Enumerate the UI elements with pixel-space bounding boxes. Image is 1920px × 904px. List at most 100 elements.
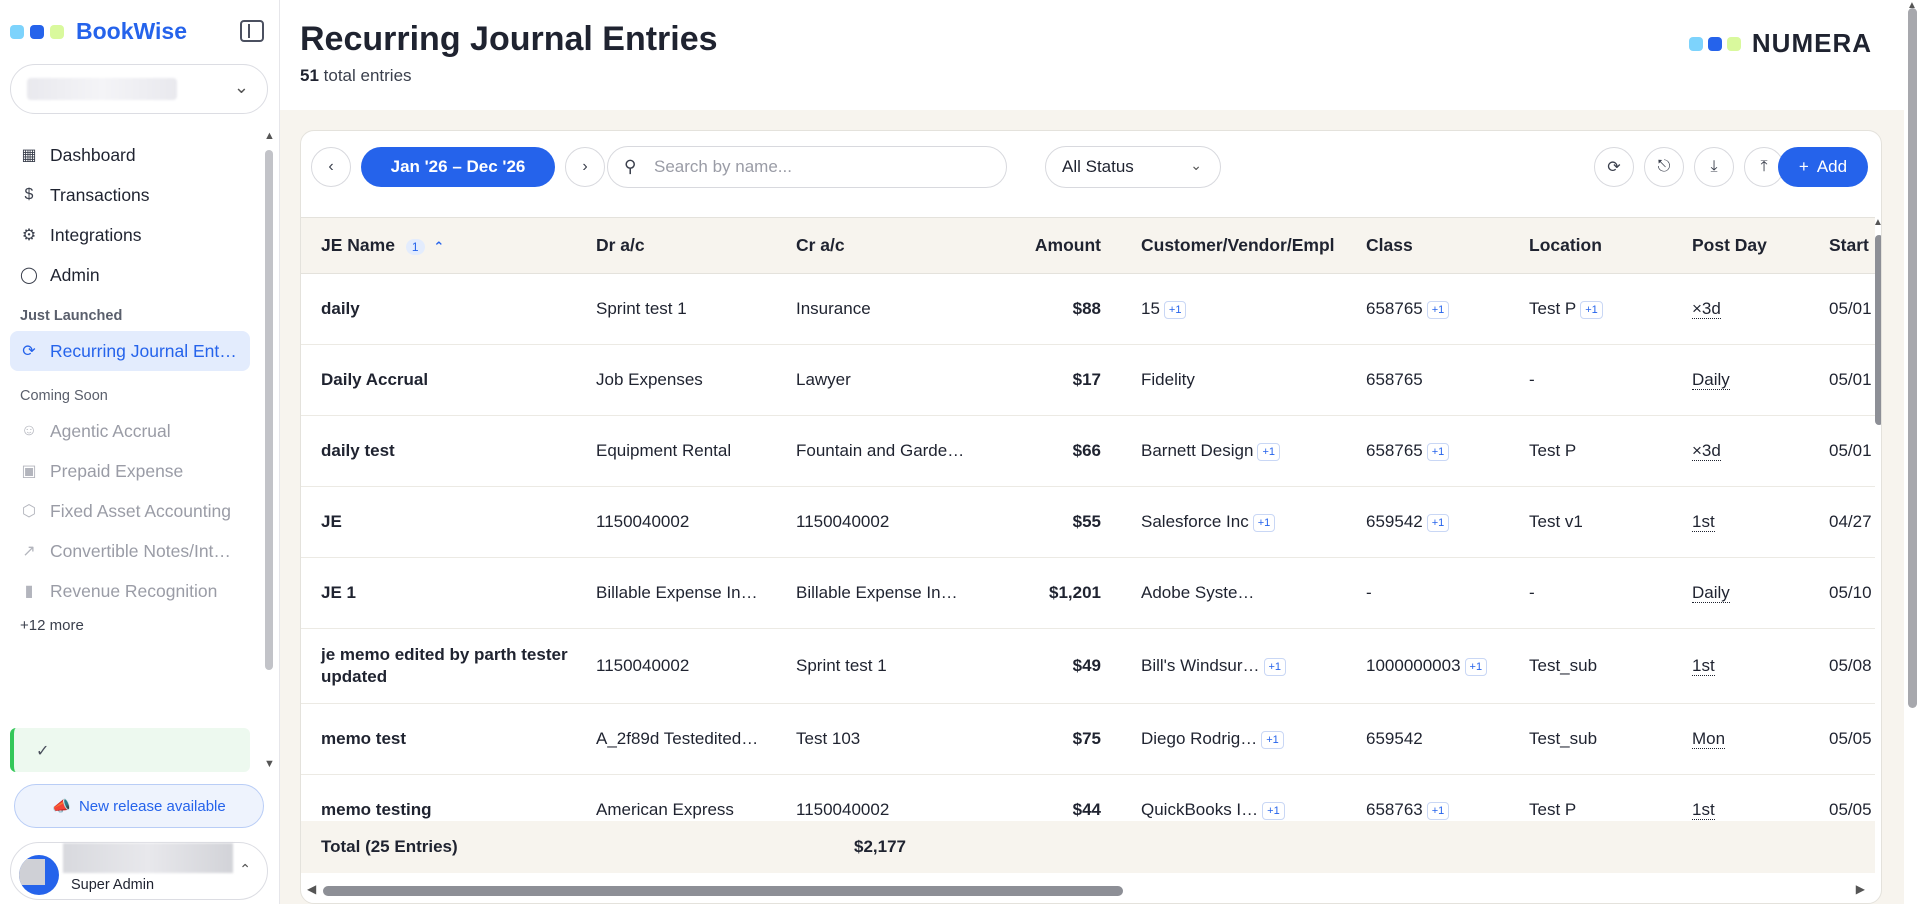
refresh-button[interactable]: ⟳ xyxy=(1594,147,1634,187)
logo-dot-icon xyxy=(50,24,64,39)
scrollbar-thumb[interactable] xyxy=(265,150,273,670)
column-header-dr-account[interactable]: Dr a/c xyxy=(576,217,776,274)
table-row[interactable]: je memo edited by parth tester updated 11… xyxy=(301,628,1875,704)
cell-value: Test P xyxy=(1529,299,1577,318)
sidebar-item-recurring-journal-entries[interactable]: ⟳ Recurring Journal Ent… xyxy=(10,331,250,371)
cell-value[interactable]: 1st xyxy=(1692,800,1715,820)
table-row[interactable]: JE 1 Billable Expense In… Billable Expense… xyxy=(301,557,1875,629)
prev-period-button[interactable]: ‹ xyxy=(311,147,351,187)
dollar-document-icon: $ xyxy=(24,186,34,203)
cell-value: Test 103 xyxy=(796,729,861,748)
sidebar-item-convertible-notes[interactable]: ↗ Convertible Notes/Int… xyxy=(10,531,250,571)
more-count-badge[interactable]: +1 xyxy=(1263,657,1287,676)
download-icon: ⤓ xyxy=(1710,158,1718,175)
scrollbar-thumb[interactable] xyxy=(1875,235,1881,425)
new-release-button[interactable]: 📣 New release available xyxy=(14,784,264,828)
cell-value[interactable]: ×3d xyxy=(1692,299,1721,319)
cell-name: JE xyxy=(301,486,576,558)
column-header-class[interactable]: Class xyxy=(1346,217,1509,274)
more-count-badge[interactable]: +1 xyxy=(1464,657,1488,676)
more-count-badge[interactable]: +1 xyxy=(1426,442,1450,461)
sidebar-item-integrations[interactable]: ⚙ Integrations xyxy=(10,215,250,255)
cell-value: Barnett Design xyxy=(1141,441,1254,460)
security-status-card[interactable]: ✓ xyxy=(10,728,250,772)
brand-logo[interactable]: BookWise xyxy=(10,18,187,45)
cell-value[interactable]: Mon xyxy=(1692,729,1726,749)
entries-table: JE Name 1 ⌃ Dr a/c Cr a/c Amount Custome… xyxy=(301,217,1875,821)
table-row[interactable]: daily Sprint test 1 Insurance $88 15 +1 658765… xyxy=(301,273,1875,345)
sidebar-item-dashboard[interactable]: ▦ Dashboard xyxy=(10,135,250,175)
date-range-button[interactable]: Jan '26 – Dec '26 xyxy=(361,147,555,187)
column-header-je-name[interactable]: JE Name 1 ⌃ xyxy=(301,217,576,274)
sidebar-item-revenue-recognition[interactable]: ▮ Revenue Recognition xyxy=(10,571,250,611)
column-header-customer-vendor[interactable]: Customer/Vendor/Empl xyxy=(1121,217,1346,274)
table-row[interactable]: memo test A_2f89d Testedited… Test 103 $75 D… xyxy=(301,703,1875,775)
cell-value[interactable]: Daily xyxy=(1692,583,1730,603)
status-filter-value: All Status xyxy=(1062,157,1134,176)
sidebar-item-transactions[interactable]: $ Transactions xyxy=(10,175,250,215)
more-items-link[interactable]: +12 more xyxy=(10,611,250,639)
scroll-right-icon[interactable]: ▶ xyxy=(1856,882,1865,896)
table-horizontal-scrollbar[interactable]: ◀ ▶ xyxy=(301,879,1875,901)
scrollbar-thumb[interactable] xyxy=(323,886,1123,896)
page-scrollbar[interactable]: ▲ xyxy=(1904,0,1920,904)
scroll-up-icon[interactable]: ▲ xyxy=(1873,217,1881,228)
sidebar-item-admin[interactable]: ◯ Admin xyxy=(10,255,250,295)
more-count-badge[interactable]: +1 xyxy=(1580,300,1603,319)
column-header-amount[interactable]: Amount xyxy=(976,217,1121,274)
more-count-badge[interactable]: +1 xyxy=(1261,730,1284,749)
more-count-badge[interactable]: +1 xyxy=(1163,300,1187,319)
cell-value[interactable]: Daily xyxy=(1692,370,1730,390)
sidebar: BookWise ⌄ ▦ Dashboard $ Transactions ⚙ … xyxy=(0,0,280,904)
more-count-badge[interactable]: +1 xyxy=(1262,801,1285,820)
cell-loc: Test_sub xyxy=(1509,628,1672,704)
cell-start: 05/05 xyxy=(1809,774,1875,821)
sidebar-item-fixed-asset-accounting[interactable]: ⬡ Fixed Asset Accounting xyxy=(10,491,250,531)
table-vertical-scrollbar[interactable]: ▲ xyxy=(1873,217,1881,821)
cell-value[interactable]: 1st xyxy=(1692,656,1715,676)
cell-value[interactable]: ×3d xyxy=(1692,441,1721,461)
cell-cr: Test 103 xyxy=(776,703,976,775)
column-header-location[interactable]: Location xyxy=(1509,217,1672,274)
sidebar-item-label: Dashboard xyxy=(50,144,136,165)
sidebar-toggle-icon[interactable] xyxy=(240,20,264,42)
scroll-left-icon[interactable]: ◀ xyxy=(307,882,316,896)
more-count-badge[interactable]: +1 xyxy=(1426,513,1450,532)
scroll-down-icon[interactable]: ▼ xyxy=(264,758,275,770)
cell-value: QuickBooks I… xyxy=(1141,800,1259,819)
user-menu[interactable]: Super Admin ⌃ xyxy=(10,842,268,900)
next-period-button[interactable]: › xyxy=(565,147,605,187)
organization-select[interactable]: ⌄ xyxy=(10,64,268,114)
sidebar-scrollbar[interactable]: ▲ ▼ xyxy=(264,130,275,770)
table-row[interactable]: daily test Equipment Rental Fountain and G… xyxy=(301,415,1875,487)
table-row[interactable]: JE 1150040002 1150040002 $55 Salesforce Inc +… xyxy=(301,486,1875,558)
sort-ascending-icon[interactable]: ⌃ xyxy=(433,239,444,254)
main-content: Recurring Journal Entries 51 total entri… xyxy=(280,0,1904,904)
cell-value[interactable]: 1st xyxy=(1692,512,1715,532)
scroll-up-icon[interactable]: ▲ xyxy=(264,130,275,142)
more-count-badge[interactable]: +1 xyxy=(1426,300,1450,319)
more-count-badge[interactable]: +1 xyxy=(1426,801,1450,820)
add-entry-button[interactable]: + Add xyxy=(1778,147,1868,187)
column-header-cr-account[interactable]: Cr a/c xyxy=(776,217,976,274)
column-header-start[interactable]: Start xyxy=(1809,217,1875,274)
lock-button[interactable]: ⎋ xyxy=(1644,147,1684,187)
sidebar-item-label: Recurring Journal Ent… xyxy=(50,340,237,361)
search-input[interactable] xyxy=(654,157,984,177)
cell-dr: American Express xyxy=(576,774,776,821)
cell-amount: $44 xyxy=(976,774,1121,821)
table-row[interactable]: Daily Accrual Job Expenses Lawyer $17 Fideli… xyxy=(301,344,1875,416)
sidebar-item-label: Transactions xyxy=(50,184,150,205)
status-filter-select[interactable]: All Status ⌄ xyxy=(1045,146,1221,188)
more-count-badge[interactable]: +1 xyxy=(1257,442,1280,461)
scrollbar-thumb[interactable] xyxy=(1908,8,1917,708)
sidebar-item-agentic-accrual[interactable]: ☺ Agentic Accrual xyxy=(10,411,250,451)
column-header-post-day[interactable]: Post Day xyxy=(1672,217,1809,274)
sidebar-item-label: Prepaid Expense xyxy=(50,460,184,481)
download-button[interactable]: ⤓ xyxy=(1694,147,1734,187)
more-count-badge[interactable]: +1 xyxy=(1252,513,1276,532)
chevron-left-icon: ‹ xyxy=(328,158,334,175)
table-row[interactable]: memo testing American Express 1150040002 $4… xyxy=(301,774,1875,821)
sidebar-item-prepaid-expense[interactable]: ▣ Prepaid Expense xyxy=(10,451,250,491)
sidebar-item-label: Fixed Asset Accounting xyxy=(50,500,231,521)
